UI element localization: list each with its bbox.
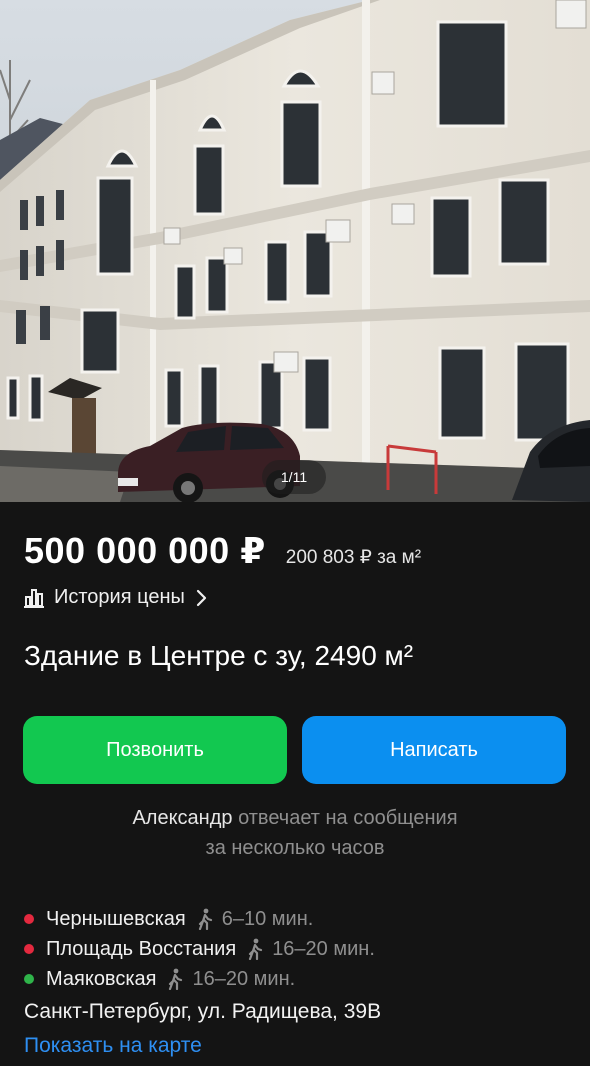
price-history-link[interactable]: История цены (24, 586, 207, 609)
metro-station: Площадь Восстания (46, 937, 237, 960)
metro-list: Чернышевская 6–10 мин. Площадь Восстания… (24, 904, 375, 994)
listing-title: Здание в Центре с зу, 2490 м² (24, 640, 414, 671)
metro-item: Площадь Восстания 16–20 мин. (24, 934, 375, 964)
metro-line-dot (24, 914, 34, 924)
seller-reply-info: Александр отвечает на сообщения за неско… (0, 803, 590, 863)
reply-line-1: Александр отвечает на сообщения (0, 803, 590, 833)
show-on-map-link[interactable]: Показать на карте (24, 1034, 202, 1058)
write-button[interactable]: Написать (302, 716, 566, 784)
call-button[interactable]: Позвонить (23, 716, 287, 784)
reply-line-2: за несколько часов (205, 837, 385, 859)
metro-line-dot (24, 944, 34, 954)
price-history-label: История цены (54, 586, 185, 608)
chevron-right-icon (196, 589, 206, 606)
walking-person-icon (198, 908, 212, 930)
metro-walk-time: 16–20 мин. (272, 937, 375, 960)
metro-walk-time: 16–20 мин. (192, 967, 296, 990)
photo-counter: 1/11 (262, 460, 326, 494)
metro-item: Чернышевская 6–10 мин. (24, 904, 375, 934)
bar-chart-icon (24, 588, 44, 608)
metro-station: Чернышевская (46, 907, 186, 930)
seller-name: Александр (132, 807, 233, 829)
metro-walk-time: 6–10 мин. (221, 907, 314, 930)
address: Санкт-Петербург, ул. Радищева, 39В (24, 1000, 382, 1023)
metro-station: Маяковская (46, 967, 157, 990)
price-row: 500 000 000 ₽ 200 803 ₽ за м² (24, 530, 421, 572)
price-per-m2: 200 803 ₽ за м² (285, 547, 422, 568)
metro-line-dot (24, 974, 34, 984)
building-image (0, 0, 590, 502)
listing-photo[interactable]: 1/11 (0, 0, 590, 502)
walking-person-icon (249, 938, 263, 960)
walking-person-icon (169, 968, 183, 990)
price: 500 000 000 ₽ (24, 530, 266, 571)
reply-text: отвечает на сообщения (232, 807, 458, 829)
metro-item: Маяковская 16–20 мин. (24, 964, 375, 994)
